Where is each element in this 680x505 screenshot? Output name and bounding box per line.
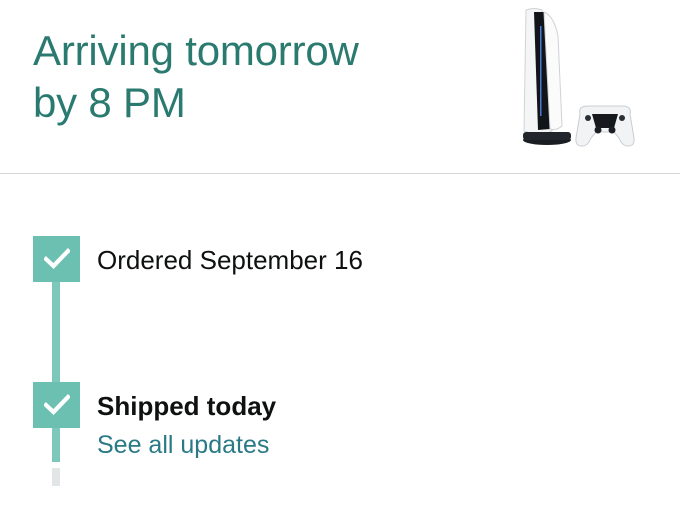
progress-line-remaining — [52, 468, 60, 486]
step-ordered-label: Ordered September 16 — [97, 245, 363, 275]
step-shipped-label: Shipped today — [97, 391, 277, 421]
section-divider — [0, 173, 680, 174]
product-image-game-console[interactable] — [512, 6, 647, 151]
see-all-updates-link[interactable]: See all updates — [97, 429, 269, 461]
delivery-header: Arriving tomorrow by 8 PM — [0, 0, 680, 173]
headline-line-2: by 8 PM — [33, 79, 186, 126]
delivery-status-heading: Arriving tomorrow by 8 PM — [33, 25, 359, 129]
checkmark-icon — [44, 248, 70, 269]
progress-line-segment-1 — [52, 280, 60, 384]
headline-line-1: Arriving tomorrow — [33, 27, 359, 74]
checkmark-icon — [44, 394, 70, 415]
progress-line-segment-2 — [52, 425, 60, 462]
shipped-check-icon — [33, 382, 80, 428]
ordered-check-icon — [33, 236, 80, 282]
